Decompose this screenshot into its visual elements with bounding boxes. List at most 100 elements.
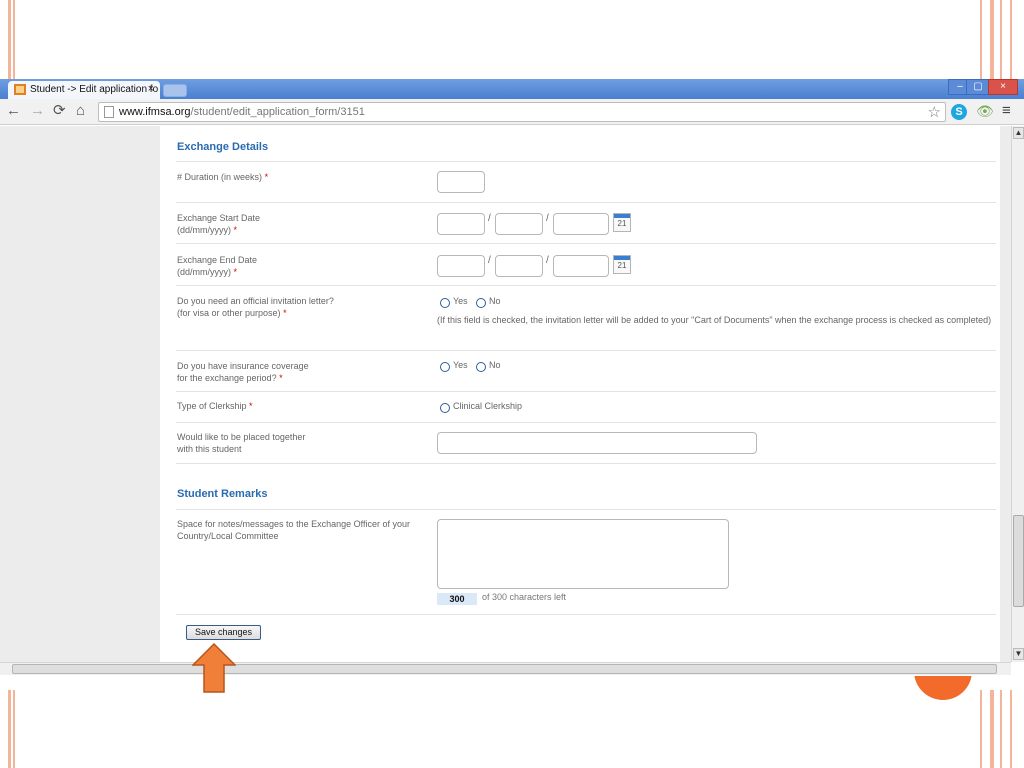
vertical-scroll-thumb[interactable] <box>1013 515 1024 607</box>
right-gutter <box>1000 126 1011 662</box>
horizontal-scrollbar[interactable] <box>0 662 1011 675</box>
scroll-up-icon[interactable]: ▲ <box>1013 127 1024 139</box>
tab-title: Student -> Edit application fo <box>30 84 159 95</box>
scroll-down-icon[interactable]: ▼ <box>1013 648 1024 660</box>
date-separator: / <box>488 255 491 266</box>
separator <box>176 391 996 392</box>
end-month-input[interactable] <box>495 255 543 277</box>
insurance-label: Do you have insurance coverage for the e… <box>177 361 309 383</box>
clinical-clerkship-radio[interactable] <box>440 403 450 413</box>
slide-deco-line <box>1000 0 1002 79</box>
separator <box>176 285 996 286</box>
separator <box>176 422 996 423</box>
required-mark: * <box>233 225 238 235</box>
tab-strip: Student -> Edit application fo × – ▢ × <box>0 79 1024 99</box>
start-month-input[interactable] <box>495 213 543 235</box>
slide-deco-line <box>990 0 994 79</box>
separator <box>176 202 996 203</box>
invitation-yes-label: Yes <box>453 296 468 306</box>
clinical-clerkship-label: Clinical Clerkship <box>453 401 523 411</box>
slide-deco-line <box>1010 690 1012 768</box>
duration-label: # Duration (in weeks) * <box>177 172 269 182</box>
insurance-yes-radio[interactable] <box>440 362 450 372</box>
insurance-yes-label: Yes <box>453 360 468 370</box>
end-year-input[interactable] <box>553 255 609 277</box>
invitation-no-label: No <box>489 296 501 306</box>
placed-together-input[interactable] <box>437 432 757 454</box>
invitation-no-radio[interactable] <box>476 298 486 308</box>
browser-window: Student -> Edit application fo × – ▢ × ←… <box>0 79 1024 676</box>
chars-left-counter: 300 <box>437 593 477 605</box>
invitation-label: Do you need an official invitation lette… <box>177 296 334 318</box>
chars-left-text: of 300 characters left <box>482 592 567 602</box>
insurance-no-label: No <box>489 360 501 370</box>
close-window-button[interactable]: × <box>988 79 1018 95</box>
page-icon <box>104 106 114 118</box>
date-separator: / <box>488 213 491 224</box>
slide-deco-line <box>1010 0 1012 79</box>
horizontal-scroll-thumb[interactable] <box>12 664 997 674</box>
slide-deco-line <box>8 690 11 768</box>
browser-tab[interactable]: Student -> Edit application fo × <box>8 81 160 99</box>
clerkship-label: Type of Clerkship * <box>177 401 253 411</box>
slide-deco-line <box>990 690 994 768</box>
vertical-scrollbar[interactable]: ▲ ▼ <box>1011 126 1024 662</box>
separator <box>176 350 996 351</box>
slide-deco-line <box>980 0 982 79</box>
remarks-textarea[interactable] <box>437 519 729 589</box>
separator <box>176 243 996 244</box>
duration-input[interactable] <box>437 171 485 193</box>
insurance-no-radio[interactable] <box>476 362 486 372</box>
presentation-slide: Student -> Edit application fo × – ▢ × ←… <box>0 0 1024 768</box>
back-icon[interactable]: ← <box>6 103 21 119</box>
calendar-icon[interactable]: 21 <box>613 255 631 274</box>
left-gutter <box>0 126 160 662</box>
separator <box>176 614 996 615</box>
close-tab-icon[interactable]: × <box>148 83 154 95</box>
annotation-arrow-icon <box>192 643 236 693</box>
address-bar[interactable]: www.ifmsa.org/student/edit_application_f… <box>98 102 946 122</box>
end-date-label: Exchange End Date (dd/mm/yyyy) * <box>177 255 258 277</box>
maximize-button[interactable]: ▢ <box>966 79 990 95</box>
placed-together-label: Would like to be placed together with th… <box>177 432 306 454</box>
slide-deco-line <box>8 0 11 79</box>
start-year-input[interactable] <box>553 213 609 235</box>
slide-deco-line <box>1000 690 1002 768</box>
exchange-details-title: Exchange Details <box>177 141 269 153</box>
skype-extension-icon[interactable]: S <box>951 104 967 120</box>
calendar-icon[interactable]: 21 <box>613 213 631 232</box>
favicon-icon <box>14 84 26 95</box>
end-day-input[interactable] <box>437 255 485 277</box>
required-mark: * <box>264 172 269 182</box>
date-separator: / <box>546 255 549 266</box>
url-path: /student/edit_application_form/3151 <box>190 106 365 118</box>
separator <box>176 463 996 464</box>
invitation-note: (If this field is checked, the invitatio… <box>437 315 992 325</box>
required-mark: * <box>283 308 287 318</box>
separator <box>176 509 996 510</box>
save-changes-button[interactable]: Save changes <box>186 625 261 640</box>
remarks-label: Space for notes/messages to the Exchange… <box>177 519 410 541</box>
home-icon[interactable]: ⌂ <box>76 103 85 119</box>
eye-extension-icon[interactable]: 👁 <box>976 103 994 120</box>
browser-toolbar: ← → ⟳ ⌂ www.ifmsa.org/student/edit_appli… <box>0 99 1024 125</box>
forward-icon[interactable]: → <box>30 103 45 119</box>
page-viewport: Exchange Details # Duration (in weeks) *… <box>0 126 1011 662</box>
start-day-input[interactable] <box>437 213 485 235</box>
invitation-yes-radio[interactable] <box>440 298 450 308</box>
student-remarks-title: Student Remarks <box>177 488 268 500</box>
reload-icon[interactable]: ⟳ <box>53 103 66 119</box>
required-mark: * <box>249 401 253 411</box>
url-host: www.ifmsa.org <box>119 106 191 118</box>
slide-deco-line <box>13 0 15 79</box>
required-mark: * <box>233 267 238 277</box>
date-separator: / <box>546 213 549 224</box>
separator <box>176 161 996 162</box>
browser-menu-icon[interactable]: ≡ <box>1002 102 1011 119</box>
required-mark: * <box>279 373 283 383</box>
bookmark-star-icon[interactable]: ☆ <box>928 103 941 121</box>
new-tab-button[interactable] <box>163 84 187 97</box>
start-date-label: Exchange Start Date (dd/mm/yyyy) * <box>177 213 261 235</box>
slide-deco-line <box>13 690 15 768</box>
slide-deco-line <box>980 690 982 768</box>
